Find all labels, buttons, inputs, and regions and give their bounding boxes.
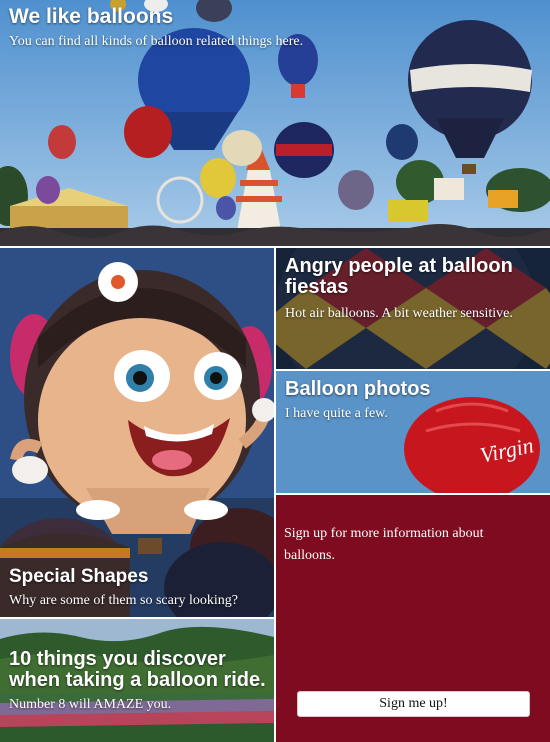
angry-people-title: Angry people at balloon fiestas [285,255,513,298]
balloon-photos-title: Balloon photos [285,378,431,400]
special-shapes-title: Special Shapes [9,566,149,588]
signup-text: Sign up for more information about ballo… [284,526,484,563]
special-shapes-subtitle: Why are some of them so scary looking? [9,593,238,608]
special-shapes-card[interactable]: Special Shapes Why are some of them so s… [0,248,274,617]
hero-title: We like balloons [9,5,174,28]
balloon-ride-card[interactable]: 10 things you discover when taking a bal… [0,619,274,742]
balloon-ride-title: 10 things you discover when taking a bal… [9,648,266,692]
angry-people-card[interactable]: Angry people at balloon fiestas Hot air … [276,248,550,369]
balloon-photos-subtitle: I have quite a few. [285,406,388,421]
balloon-photos-card[interactable]: Virgin Balloon photos I have quite a few… [276,371,550,493]
balloon-ride-caption: 10 things you discover when taking a bal… [9,648,268,713]
hero-caption: We like balloons You can find all kinds … [9,5,304,50]
signup-panel: Sign up for more information about ballo… [276,495,550,742]
sign-up-button[interactable]: Sign me up! [297,691,530,717]
special-shapes-caption: Special Shapes Why are some of them so s… [9,567,238,609]
hero-banner[interactable]: We like balloons You can find all kinds … [0,0,550,246]
angry-people-caption: Angry people at balloon fiestas Hot air … [285,256,542,322]
special-shapes-image [0,248,274,617]
hero-subtitle: You can find all kinds of balloon relate… [9,34,304,50]
balloon-ride-subtitle: Number 8 will AMAZE you. [9,697,172,713]
balloon-photos-caption: Balloon photos I have quite a few. [285,379,431,422]
angry-people-subtitle: Hot air balloons. A bit weather sensitiv… [285,306,513,321]
